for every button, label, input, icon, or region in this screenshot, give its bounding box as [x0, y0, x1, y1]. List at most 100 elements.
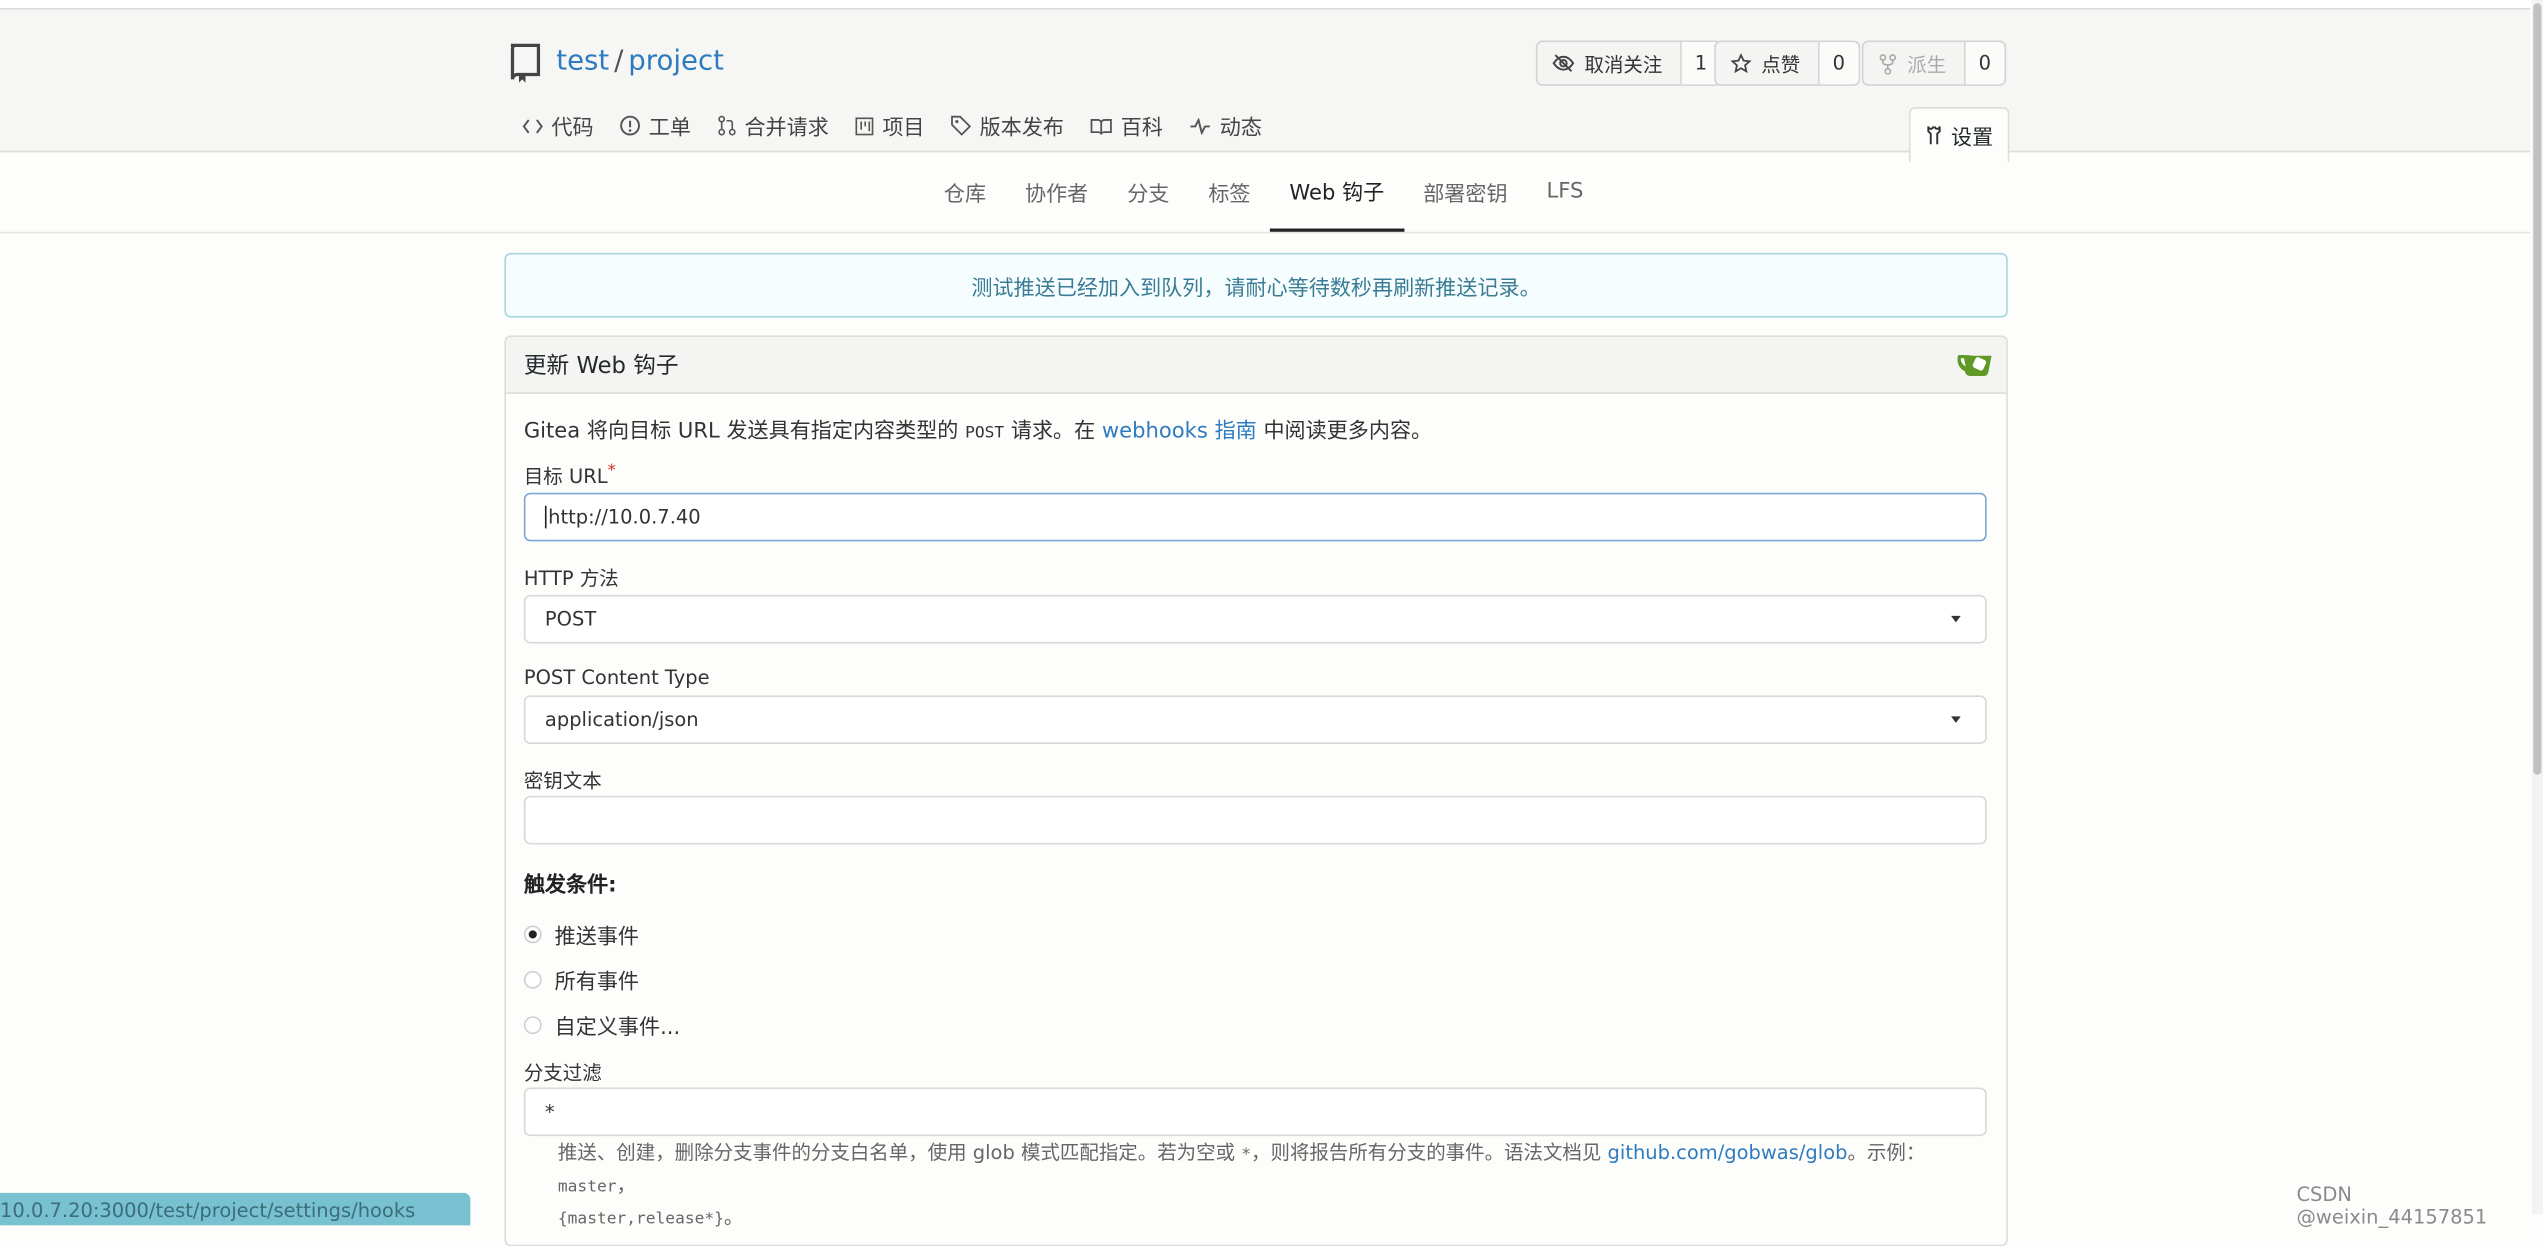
tab-pulls[interactable]: 合并请求 [717, 110, 829, 141]
dropdown-arrow-icon [1951, 615, 1961, 623]
radio-checked-icon [523, 925, 542, 944]
trigger-push-label: 推送事件 [554, 925, 640, 950]
top-border [0, 0, 2531, 10]
trigger-all-radio[interactable]: 所有事件 [523, 964, 640, 996]
radio-unchecked-icon [523, 970, 542, 989]
subnav-repository[interactable]: 仓库 [924, 152, 1005, 230]
panel-header: 更新 Web 钩子 [506, 337, 2007, 394]
desc-code: POST [965, 424, 1005, 443]
star-button-group[interactable]: 点赞 0 [1714, 40, 1860, 86]
settings-subnav: 仓库 协作者 分支 标签 Web 钩子 部署密钥 LFS [0, 152, 2531, 234]
fork-icon [1879, 53, 1897, 74]
help-code-2: master [557, 1178, 617, 1197]
tab-activity-label: 动态 [1219, 116, 1262, 142]
branch-filter-input[interactable]: * [523, 1087, 1987, 1137]
tab-projects[interactable]: 项目 [855, 110, 925, 141]
repo-header: test / project 取消关注 1 点赞 0 派生 0 代码 工单 合并… [0, 9, 2531, 163]
content-type-value: application/json [544, 708, 699, 731]
webhook-form-panel: 更新 Web 钩子 Gitea 将向目标 URL 发送具有指定内容类型的 POS… [504, 335, 2008, 1246]
form-description: Gitea 将向目标 URL 发送具有指定内容类型的 POST 请求。在 web… [524, 413, 1432, 444]
trigger-push-radio[interactable]: 推送事件 [523, 919, 640, 950]
branch-filter-value: * [544, 1100, 555, 1124]
code-icon [522, 118, 543, 133]
branch-filter-label: 分支过滤 [523, 1061, 602, 1085]
fork-count[interactable]: 0 [1965, 42, 2004, 85]
tab-issues-label: 工单 [648, 116, 691, 142]
help-text-2: ，则将报告所有分支的事件。语法文档见 [1251, 1141, 1608, 1164]
info-notice: 测试推送已经加入到队列，请耐心等待数秒再刷新推送记录。 [504, 252, 2008, 318]
required-mark: * [607, 461, 616, 480]
trigger-custom-label: 自定义事件... [554, 1016, 681, 1041]
tab-activity[interactable]: 动态 [1189, 110, 1262, 141]
http-method-label: HTTP 方法 [523, 567, 619, 590]
target-url-input[interactable]: http://10.0.7.40 [523, 492, 1987, 542]
repo-title: test / project [556, 45, 724, 77]
tab-wiki[interactable]: 百科 [1090, 110, 1163, 141]
gitea-logo-icon [1957, 354, 1992, 377]
content-type-select[interactable]: application/json [523, 695, 1987, 744]
tag-icon [951, 115, 972, 136]
fork-label: 派生 [1907, 52, 1947, 76]
glob-docs-link[interactable]: github.com/gobwas/glob [1608, 1141, 1848, 1164]
fork-button[interactable]: 派生 [1863, 42, 1966, 85]
subnav-tags[interactable]: 标签 [1189, 152, 1270, 230]
tab-pulls-label: 合并请求 [744, 116, 829, 142]
branch-filter-help: 推送、创建，删除分支事件的分支白名单，使用 glob 模式匹配指定。若为空或 *… [558, 1138, 1953, 1235]
content-type-label: POST Content Type [523, 666, 710, 689]
text-caret [544, 505, 547, 529]
dropdown-arrow-icon [1951, 716, 1961, 723]
desc-text-2: 请求。在 [1004, 419, 1102, 445]
unwatch-button-group[interactable]: 取消关注 1 [1535, 40, 1722, 86]
unwatch-button[interactable]: 取消关注 [1537, 42, 1682, 85]
subnav-branches[interactable]: 分支 [1108, 152, 1189, 230]
tab-code[interactable]: 代码 [522, 110, 594, 142]
scrollbar-thumb[interactable] [2533, 3, 2542, 775]
help-text-5: 。 [723, 1205, 744, 1229]
http-method-select[interactable]: POST [523, 594, 1987, 644]
tab-settings-label: 设置 [1951, 126, 1994, 151]
target-url-label-text: 目标 URL [523, 465, 608, 488]
star-button[interactable]: 点赞 [1716, 42, 1820, 85]
star-count[interactable]: 0 [1819, 42, 1859, 85]
repo-separator: / [614, 45, 624, 78]
tab-code-label: 代码 [551, 116, 594, 142]
subnav-webhooks[interactable]: Web 钩子 [1269, 152, 1404, 232]
secret-label: 密钥文本 [523, 769, 602, 793]
subnav-collaborators[interactable]: 协作者 [1006, 152, 1108, 230]
star-label: 点赞 [1761, 52, 1801, 76]
star-icon [1730, 52, 1752, 73]
webhooks-guide-link[interactable]: webhooks 指南 [1102, 420, 1257, 444]
issue-icon [620, 115, 640, 136]
desc-text-1: Gitea 将向目标 URL 发送具有指定内容类型的 [523, 419, 966, 445]
http-method-value: POST [544, 607, 597, 631]
eye-slash-icon [1552, 54, 1575, 73]
repo-owner-link[interactable]: test [556, 45, 609, 77]
help-code-3: {master,release*} [557, 1210, 724, 1229]
project-icon [855, 116, 874, 135]
link-status-bar: 10.0.7.20:3000/test/project/settings/hoo… [0, 1192, 471, 1226]
trigger-all-label: 所有事件 [554, 970, 640, 996]
help-text-4: ， [616, 1173, 636, 1197]
help-text-1: 推送、创建，删除分支事件的分支白名单，使用 glob 模式匹配指定。若为空或 [557, 1141, 1242, 1164]
subnav-deploy-keys[interactable]: 部署密钥 [1404, 152, 1527, 230]
repo-nav: 代码 工单 合并请求 项目 版本发布 百科 动态 [522, 110, 1288, 141]
fork-button-group[interactable]: 派生 0 [1861, 40, 2006, 86]
tab-projects-label: 项目 [882, 116, 925, 142]
target-url-value: http://10.0.7.40 [548, 505, 701, 529]
trigger-custom-radio[interactable]: 自定义事件... [523, 1010, 681, 1041]
secret-input[interactable] [523, 795, 1987, 845]
subnav-lfs[interactable]: LFS [1527, 152, 1603, 230]
book-icon [1090, 118, 1112, 134]
unwatch-label: 取消关注 [1584, 52, 1663, 76]
tools-icon [1927, 126, 1941, 145]
tab-releases[interactable]: 版本发布 [950, 110, 1064, 141]
desc-text-3: 中阅读更多内容。 [1256, 419, 1433, 445]
repo-name-link[interactable]: project [628, 45, 724, 77]
tab-issues[interactable]: 工单 [620, 110, 691, 141]
help-text-3: 。示例： [1847, 1141, 1926, 1164]
pulse-icon [1190, 117, 1211, 134]
watermark: CSDN @weixin_44157851 [2296, 1183, 2488, 1229]
page-scrollbar[interactable] [2531, 0, 2543, 1214]
radio-unchecked-icon [523, 1016, 542, 1035]
tab-releases-label: 版本发布 [979, 116, 1065, 142]
